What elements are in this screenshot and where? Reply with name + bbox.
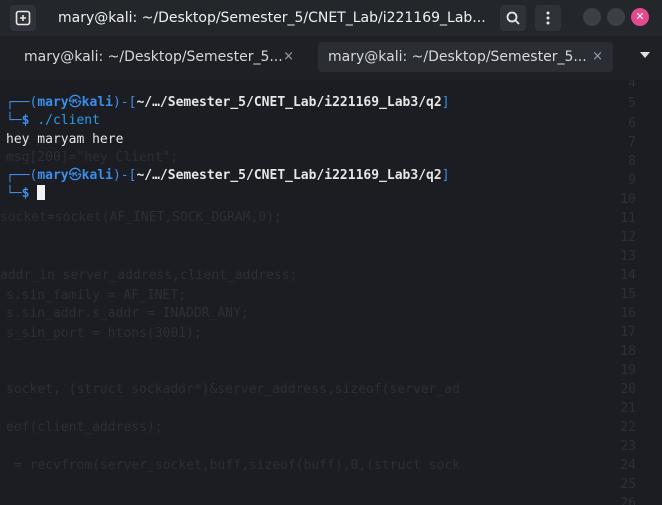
tab-1-label: mary@kali: ~/Desktop/Semester_5... — [24, 49, 283, 65]
tab-1-close-icon[interactable]: × — [283, 42, 294, 72]
ghost-line: eof(client_address); — [6, 420, 163, 435]
prompt-host: kali — [81, 95, 113, 110]
ghost-line-number: 16 — [620, 306, 636, 321]
prompt-path: ~/…/Semester_5/CNET_Lab/i221169_Lab3/q2 — [136, 95, 442, 110]
ghost-line-number: 11 — [620, 211, 636, 226]
new-tab-icon[interactable] — [10, 5, 36, 31]
tab-2-close-icon[interactable]: × — [592, 42, 603, 72]
prompt-at-symbol: ㉿ — [68, 168, 82, 183]
ghost-line: = recvfrom(server_socket,buff,sizeof(buf… — [14, 458, 461, 473]
ghost-line: addr_in server_address,client_address; — [0, 268, 298, 283]
ghost-line: socket=socket(AF_INET,SOCK_DGRAM,0); — [0, 210, 282, 225]
command-output: hey maryam here — [6, 132, 124, 147]
ghost-line-number: 25 — [620, 477, 636, 492]
prompt-host: kali — [81, 168, 113, 183]
command-text: ./client — [37, 113, 100, 128]
command-line: └─$ ./client — [6, 113, 100, 128]
prompt-path: ~/…/Semester_5/CNET_Lab/i221169_Lab3/q2 — [136, 168, 442, 183]
tab-dropdown-icon[interactable] — [640, 52, 650, 58]
prompt-user: mary — [37, 168, 69, 183]
prompt-line: ┌──(mary㉿kali)-[~/…/Semester_5/CNET_Lab/… — [6, 95, 450, 110]
ghost-line-number: 9 — [628, 173, 636, 188]
prompt-at-symbol: ㉿ — [68, 95, 82, 110]
command-line: └─$ — [6, 185, 46, 203]
ghost-line-number: 19 — [620, 363, 636, 378]
ghost-line-number: 15 — [620, 287, 636, 302]
ghost-line-number: 14 — [620, 268, 636, 283]
ghost-line-number: 26 — [620, 496, 636, 505]
tab-1[interactable]: mary@kali: ~/Desktop/Semester_5... × — [14, 42, 304, 72]
prompt-user: mary — [37, 95, 69, 110]
ghost-line-number: 17 — [620, 325, 636, 340]
ghost-line: socket, (struct sockaddr*)&server_addres… — [6, 382, 460, 397]
close-button[interactable]: ✕ — [631, 8, 649, 26]
ghost-line-number: 5 — [628, 96, 636, 111]
ghost-line-number: 7 — [628, 135, 636, 150]
ghost-line-number: 10 — [620, 192, 636, 207]
window-title: mary@kali: ~/Desktop/Semester_5/CNET_Lab… — [58, 10, 486, 26]
ghost-line-number: 8 — [628, 154, 636, 169]
tab-2-label: mary@kali: ~/Desktop/Semester_5... — [328, 49, 587, 65]
maximize-button[interactable] — [607, 8, 625, 26]
ghost-line: s_sin_port = htons(3001); — [6, 326, 202, 341]
ghost-line-number: 21 — [620, 401, 636, 416]
menu-kebab-icon[interactable] — [535, 5, 561, 31]
ghost-line: msg[200]="hey Client"; — [6, 150, 179, 165]
tab-bar: mary@kali: ~/Desktop/Semester_5... × mar… — [0, 36, 662, 80]
tab-2[interactable]: mary@kali: ~/Desktop/Semester_5... × — [318, 42, 613, 72]
scrollbar[interactable] — [656, 80, 662, 505]
ghost-line-number: 22 — [620, 420, 636, 435]
ghost-line-number: 6 — [628, 116, 636, 131]
ghost-line: s.sin_family = AF_INET; — [6, 288, 187, 303]
ghost-line-number: 20 — [620, 382, 636, 397]
title-bar: mary@kali: ~/Desktop/Semester_5/CNET_Lab… — [0, 0, 662, 36]
minimize-button[interactable] — [583, 8, 601, 26]
search-icon[interactable] — [500, 5, 526, 31]
prompt-line: ┌──(mary㉿kali)-[~/…/Semester_5/CNET_Lab/… — [6, 168, 450, 183]
text-cursor — [37, 185, 46, 200]
ghost-line-number: 24 — [620, 458, 636, 473]
ghost-line-number: 18 — [620, 344, 636, 359]
ghost-line-number: 23 — [620, 439, 636, 454]
ghost-line-number: 4 — [628, 80, 636, 91]
ghost-line-number: 13 — [620, 249, 636, 264]
terminal-area[interactable]: msg[200]="hey Client"; socket=socket(AF_… — [0, 80, 662, 505]
ghost-line-number: 12 — [620, 230, 636, 245]
ghost-line: s.sin_addr.s_addr = INADDR_ANY; — [6, 306, 249, 321]
